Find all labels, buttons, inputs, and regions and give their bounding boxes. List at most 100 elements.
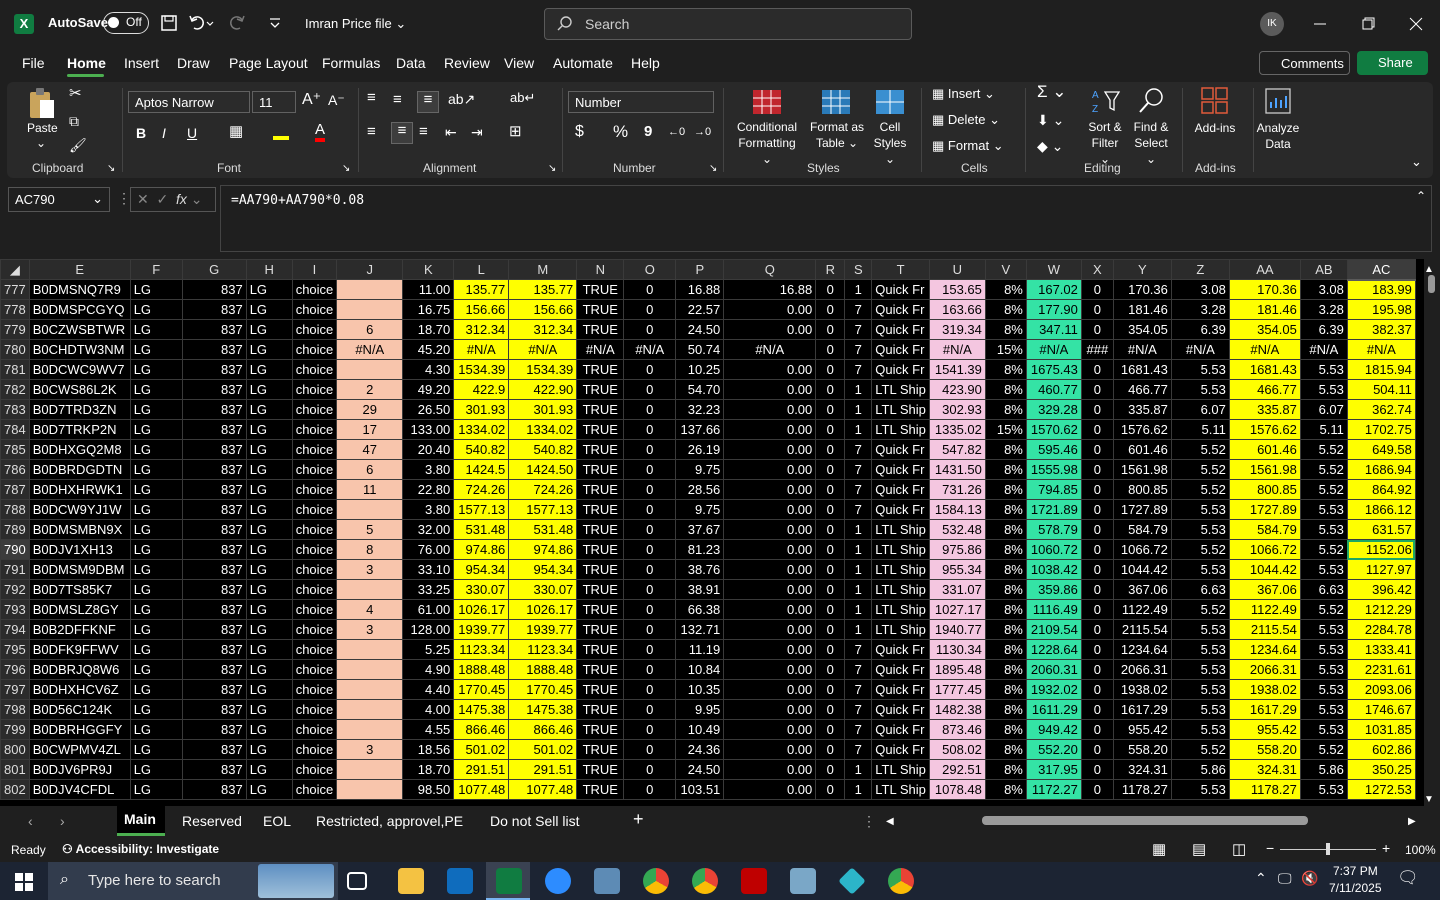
- table-cell[interactable]: B0CHDTW3NM: [28, 339, 131, 360]
- table-cell[interactable]: 955.42: [1228, 719, 1301, 740]
- table-cell[interactable]: 24.50: [675, 759, 725, 780]
- table-cell[interactable]: 5.53: [1170, 699, 1230, 720]
- table-cell[interactable]: 1: [844, 759, 873, 780]
- table-cell[interactable]: 422.9: [453, 379, 510, 400]
- table-cell[interactable]: 731.26: [928, 479, 986, 500]
- table-cell[interactable]: 292.51: [928, 759, 986, 780]
- table-cell[interactable]: 0: [1080, 439, 1114, 460]
- column-header[interactable]: R: [815, 259, 846, 280]
- table-cell[interactable]: LG: [129, 479, 183, 500]
- row-header[interactable]: 795: [0, 639, 30, 660]
- insert-cells-button[interactable]: ▦ Insert ⌄: [932, 86, 995, 102]
- table-cell[interactable]: 1: [844, 279, 873, 300]
- table-cell[interactable]: LG: [245, 399, 293, 420]
- table-cell[interactable]: B0B2DFFKNF: [28, 619, 131, 640]
- table-cell[interactable]: #N/A: [623, 339, 677, 360]
- table-cell[interactable]: 8%: [984, 499, 1027, 520]
- column-header[interactable]: M: [508, 259, 578, 280]
- table-cell[interactable]: 1178.27: [1228, 779, 1301, 800]
- table-cell[interactable]: 8%: [984, 679, 1027, 700]
- calculator-icon[interactable]: [594, 868, 620, 894]
- add-sheet-icon[interactable]: +: [633, 809, 644, 830]
- table-cell[interactable]: 466.77: [1228, 379, 1301, 400]
- zoom-level[interactable]: 100%: [1405, 843, 1436, 857]
- table-cell[interactable]: 1576.62: [1112, 419, 1172, 440]
- table-cell[interactable]: 837: [181, 759, 247, 780]
- windows-start-icon[interactable]: [15, 873, 33, 891]
- fill-icon[interactable]: ⬇ ⌄: [1037, 112, 1064, 128]
- table-cell[interactable]: 177.90: [1025, 299, 1082, 320]
- row-header[interactable]: 781: [0, 359, 30, 380]
- table-cell[interactable]: 1482.38: [928, 699, 986, 720]
- table-cell[interactable]: 866.46: [453, 719, 510, 740]
- table-cell[interactable]: 0: [815, 499, 846, 520]
- table-cell[interactable]: 0: [815, 759, 846, 780]
- table-cell[interactable]: 955.34: [928, 559, 986, 580]
- menu-insert[interactable]: Insert: [124, 55, 159, 71]
- table-cell[interactable]: choice: [291, 359, 338, 380]
- table-cell[interactable]: 2: [336, 379, 404, 400]
- table-cell[interactable]: LG: [129, 559, 183, 580]
- table-cell[interactable]: LTL Ship: [871, 379, 930, 400]
- table-cell[interactable]: 367.06: [1112, 579, 1172, 600]
- table-cell[interactable]: 1027.17: [928, 599, 986, 620]
- table-cell[interactable]: 128.00: [402, 619, 455, 640]
- table-cell[interactable]: #N/A: [723, 339, 817, 360]
- zoom-app-icon[interactable]: [545, 868, 571, 894]
- table-cell[interactable]: Quick Fr: [871, 679, 930, 700]
- excel-taskbar-icon[interactable]: [496, 868, 522, 894]
- row-header[interactable]: 796: [0, 659, 30, 680]
- table-cell[interactable]: 5.52: [1170, 599, 1230, 620]
- table-cell[interactable]: LG: [245, 659, 293, 680]
- table-cell[interactable]: 3: [336, 619, 404, 640]
- table-cell[interactable]: TRUE: [576, 579, 625, 600]
- table-cell[interactable]: 6.63: [1299, 579, 1348, 600]
- table-cell[interactable]: choice: [291, 379, 338, 400]
- table-cell[interactable]: 0: [1080, 359, 1114, 380]
- table-cell[interactable]: LG: [245, 439, 293, 460]
- table-cell[interactable]: 8%: [984, 659, 1027, 680]
- table-cell[interactable]: choice: [291, 299, 338, 320]
- table-cell[interactable]: 1123.34: [508, 639, 578, 660]
- volume-muted-icon[interactable]: 🔇: [1301, 870, 1318, 887]
- comments-button[interactable]: Comments: [1259, 51, 1350, 75]
- table-cell[interactable]: #N/A: [576, 339, 625, 360]
- middle-align-icon[interactable]: ≡: [393, 92, 402, 108]
- table-cell[interactable]: 49.20: [402, 379, 455, 400]
- table-cell[interactable]: LTL Ship: [871, 519, 930, 540]
- table-cell[interactable]: 1681.43: [1112, 359, 1172, 380]
- table-cell[interactable]: 873.46: [928, 719, 986, 740]
- table-cell[interactable]: LG: [245, 359, 293, 380]
- table-cell[interactable]: 4.40: [402, 679, 455, 700]
- table-cell[interactable]: LG: [129, 399, 183, 420]
- table-cell[interactable]: 1534.39: [453, 359, 510, 380]
- table-cell[interactable]: 1702.75: [1346, 419, 1416, 440]
- table-cell[interactable]: 0: [623, 619, 677, 640]
- table-cell[interactable]: 5.53: [1299, 679, 1348, 700]
- outlook-icon[interactable]: [447, 868, 473, 894]
- table-cell[interactable]: 1212.29: [1346, 599, 1416, 620]
- table-cell[interactable]: LG: [245, 759, 293, 780]
- table-cell[interactable]: 354.05: [1112, 319, 1172, 340]
- table-cell[interactable]: 135.77: [453, 279, 510, 300]
- increase-decimal-icon[interactable]: ←0: [668, 124, 685, 140]
- table-cell[interactable]: 103.51: [675, 779, 725, 800]
- table-cell[interactable]: LG: [129, 779, 183, 800]
- table-cell[interactable]: 0.00: [723, 419, 817, 440]
- table-cell[interactable]: #N/A: [1228, 339, 1301, 360]
- table-cell[interactable]: 949.42: [1025, 719, 1082, 740]
- table-cell[interactable]: 1866.12: [1346, 499, 1416, 520]
- font-color-icon[interactable]: A: [315, 122, 326, 142]
- table-cell[interactable]: 66.38: [675, 599, 725, 620]
- sheet-tab-reserved[interactable]: Reserved: [182, 813, 242, 829]
- table-cell[interactable]: 0: [1080, 419, 1114, 440]
- table-cell[interactable]: 532.48: [928, 519, 986, 540]
- table-cell[interactable]: LG: [245, 539, 293, 560]
- cut-icon[interactable]: ✂: [69, 86, 82, 102]
- table-cell[interactable]: 330.07: [453, 579, 510, 600]
- table-cell[interactable]: [336, 659, 404, 680]
- table-cell[interactable]: 6.63: [1170, 579, 1230, 600]
- table-cell[interactable]: 558.20: [1112, 739, 1172, 760]
- table-cell[interactable]: TRUE: [576, 359, 625, 380]
- fill-color-icon[interactable]: [273, 126, 289, 140]
